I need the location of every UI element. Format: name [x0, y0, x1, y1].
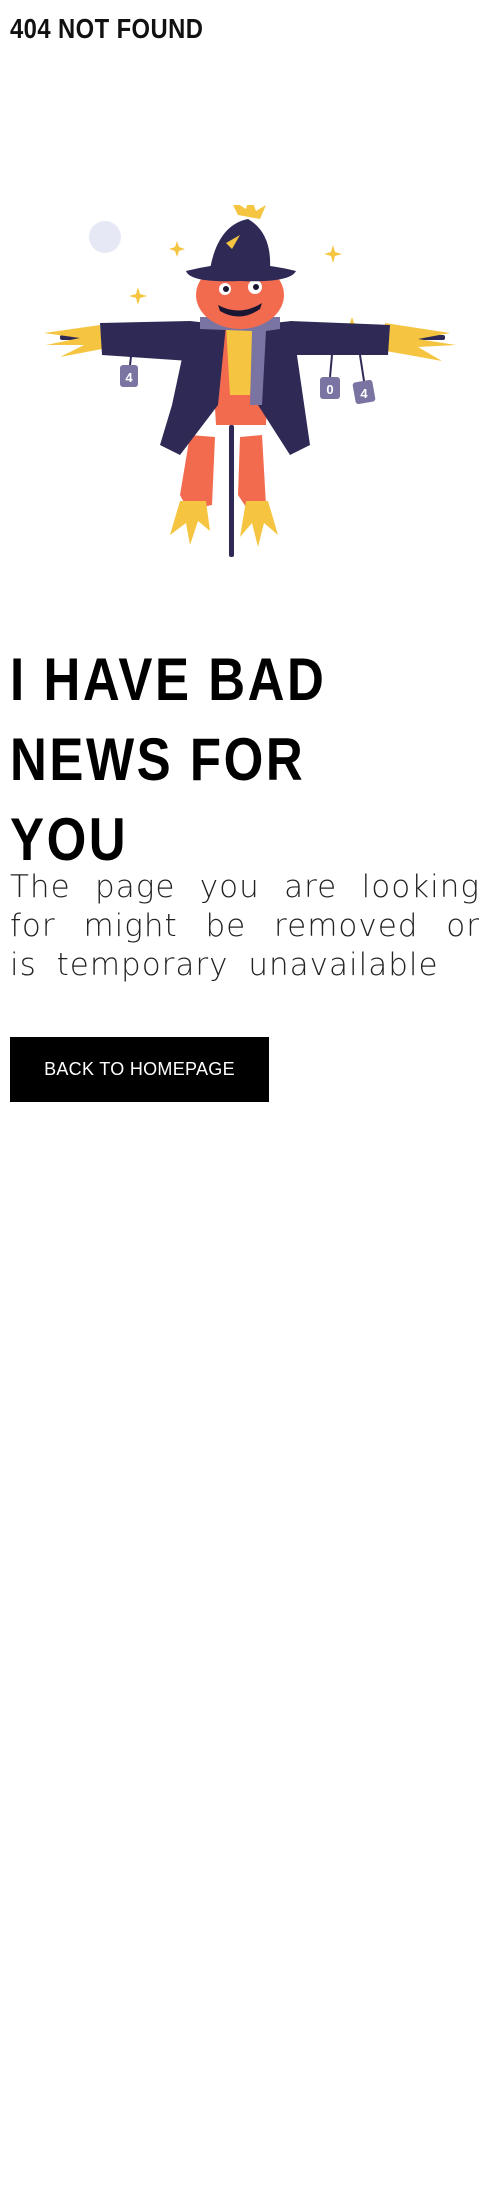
back-to-homepage-button[interactable]: BACK TO HOMEPAGE [10, 1037, 269, 1102]
headline: I HAVE BAD NEWS FOR YOU [10, 646, 327, 873]
tag-digit: 0 [326, 382, 333, 397]
moon-decoration [89, 221, 121, 253]
pole [229, 425, 234, 557]
straw-feet [170, 501, 210, 545]
error-message: The page you are looking for might be re… [10, 869, 480, 983]
tag-digit: 4 [360, 386, 368, 401]
page-title: 404 NOT FOUND [10, 13, 204, 44]
scarecrow-404-illustration: 4 0 4 [44, 205, 456, 557]
tag-digit: 4 [125, 370, 133, 385]
